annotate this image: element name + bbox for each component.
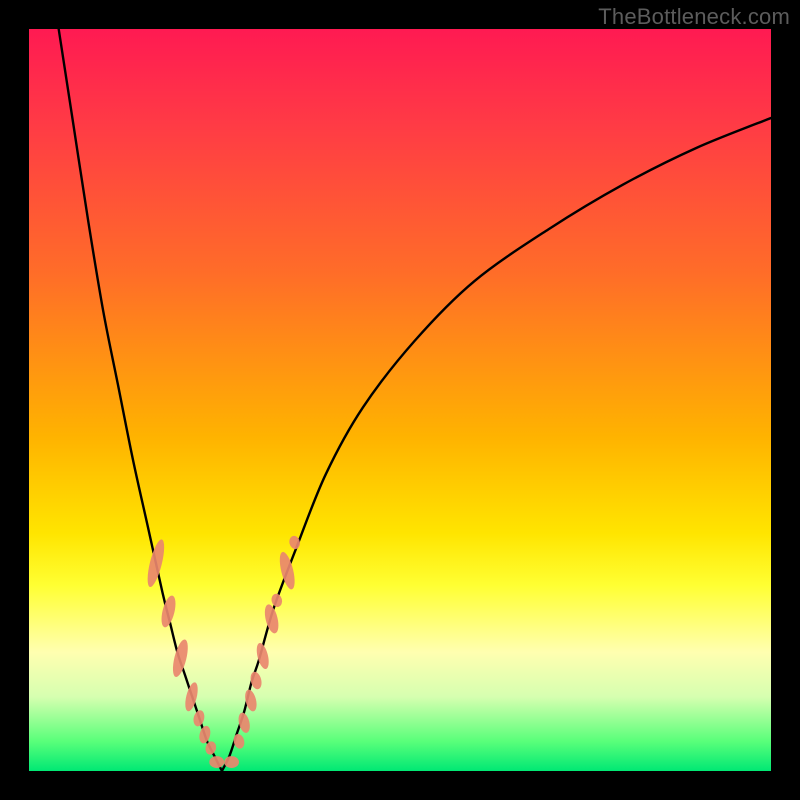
chart-plot-area [29,29,771,771]
highlight-bead-right-6 [270,593,283,608]
highlight-bead-right-0 [232,733,246,750]
highlight-bead-left-0 [144,538,167,588]
curve-left-branch [59,29,222,771]
highlight-bead-right-7 [277,551,298,591]
highlight-bead-left-1 [159,594,178,629]
highlight-bead-bottom-0 [209,756,224,768]
highlight-bead-bottom-1 [224,756,239,768]
highlight-bead-left-3 [183,681,200,712]
highlight-bead-left-4 [192,709,206,727]
chart-svg [29,29,771,771]
highlight-bead-left-2 [170,638,191,678]
highlight-bead-left-6 [204,740,217,755]
curve-right-branch [222,118,771,771]
highlight-bead-left-5 [198,725,212,745]
highlight-bead-right-5 [262,603,281,635]
chart-frame: TheBottleneck.com [0,0,800,800]
watermark-text: TheBottleneck.com [598,4,790,30]
